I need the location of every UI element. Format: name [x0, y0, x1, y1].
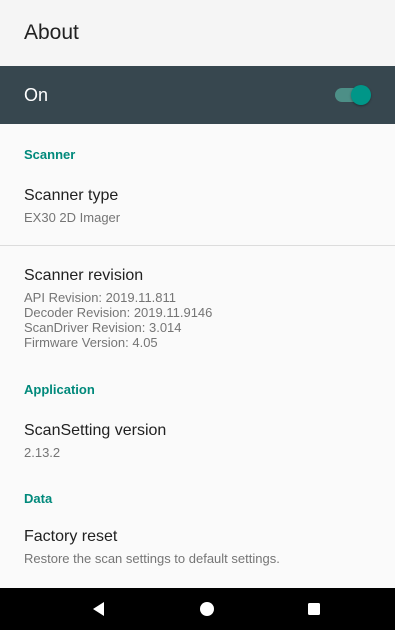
pref-title: Scanner revision	[24, 267, 144, 284]
settings-list: Scanner Scanner type EX30 2D Imager Scan…	[0, 124, 395, 588]
back-button[interactable]	[69, 588, 129, 630]
page-title: About	[24, 21, 79, 44]
pref-summary-line: Firmware Version: 4.05	[24, 335, 158, 350]
pref-scanner-revision[interactable]: Scanner revision API Revision: 2019.11.8…	[0, 266, 395, 350]
pref-summary-line: API Revision: 2019.11.811	[24, 290, 177, 305]
toggle-thumb	[351, 85, 371, 105]
back-triangle-icon	[93, 602, 104, 616]
pref-summary-line: ScanDriver Revision: 3.014	[24, 320, 182, 335]
pref-summary: Restore the scan settings to default set…	[24, 551, 280, 566]
category-scanner: Scanner	[24, 147, 76, 162]
pref-summary: 2.13.2	[24, 445, 61, 460]
pref-scanner-type[interactable]: Scanner type EX30 2D Imager	[0, 186, 395, 225]
master-switch-bar[interactable]: On	[0, 66, 395, 124]
pref-title: ScanSetting version	[24, 422, 167, 439]
recents-button[interactable]	[284, 588, 344, 630]
recents-square-icon	[308, 603, 320, 615]
master-switch-label: On	[24, 84, 49, 105]
home-button[interactable]	[177, 588, 237, 630]
pref-scansetting-version[interactable]: ScanSetting version 2.13.2	[0, 421, 395, 460]
master-toggle-switch[interactable]	[335, 85, 371, 105]
category-application: Application	[24, 382, 95, 397]
home-circle-icon	[200, 602, 214, 616]
pref-factory-reset[interactable]: Factory reset Restore the scan settings …	[0, 527, 395, 566]
system-nav-bar	[0, 588, 395, 630]
pref-title: Scanner type	[24, 187, 119, 204]
pref-summary: EX30 2D Imager	[24, 210, 121, 225]
app-bar: About	[0, 0, 395, 66]
pref-summary-line: Decoder Revision: 2019.11.9146	[24, 305, 213, 320]
category-data: Data	[24, 491, 53, 506]
pref-title: Factory reset	[24, 528, 118, 545]
